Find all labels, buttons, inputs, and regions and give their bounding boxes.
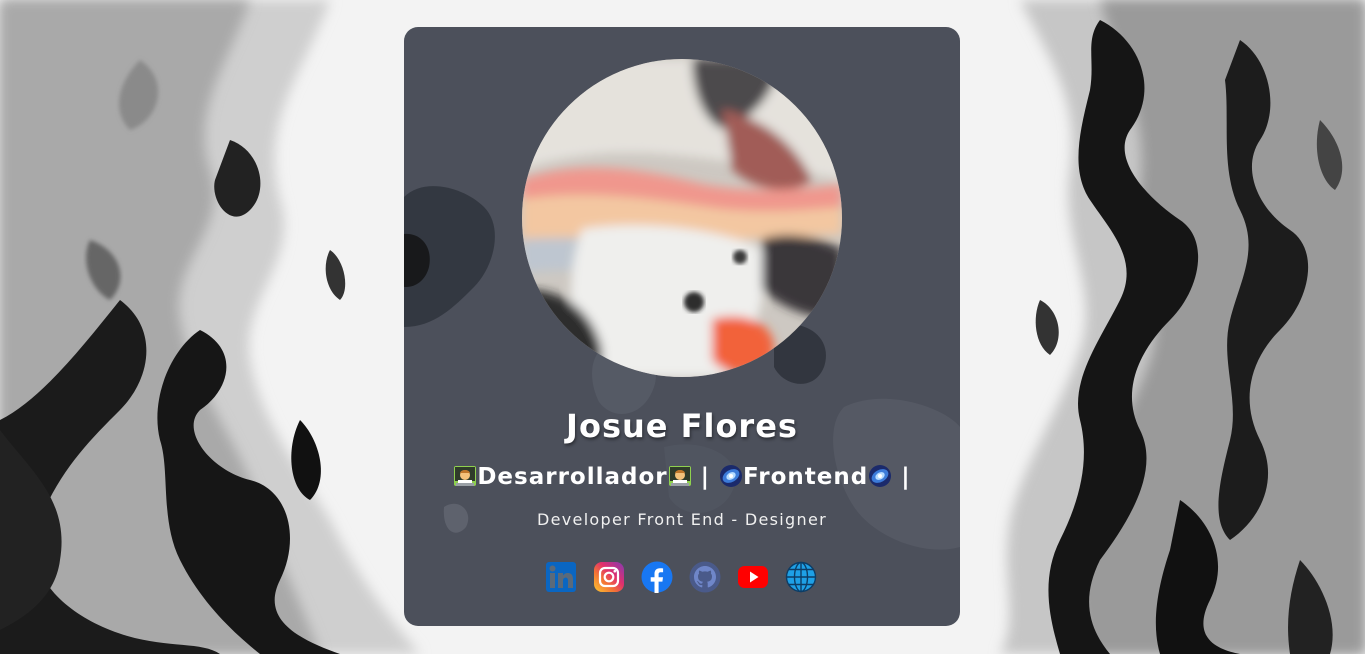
avatar-image xyxy=(522,59,842,377)
profile-avatar xyxy=(522,59,842,377)
github-icon[interactable] xyxy=(689,561,721,593)
role-separator: | xyxy=(691,464,720,490)
profile-role: Desarrollador | Frontend | xyxy=(404,464,960,490)
youtube-icon[interactable] xyxy=(737,561,769,593)
profile-tagline: Developer Front End - Designer xyxy=(537,510,827,529)
role-desarrollador: Desarrollador xyxy=(477,464,668,490)
role-frontend: Frontend xyxy=(743,464,869,490)
linkedin-icon[interactable] xyxy=(545,561,577,593)
galaxy-icon xyxy=(720,465,743,487)
social-links xyxy=(545,561,817,593)
galaxy-icon xyxy=(869,465,892,487)
facebook-icon[interactable] xyxy=(641,561,673,593)
technologist-icon xyxy=(454,466,477,486)
website-globe-icon[interactable] xyxy=(785,561,817,593)
technologist-icon xyxy=(668,466,691,486)
instagram-icon[interactable] xyxy=(593,561,625,593)
role-separator: | xyxy=(892,464,911,490)
profile-name: Josue Flores xyxy=(566,407,798,445)
profile-card: Josue Flores Desarrollador | Frontend | … xyxy=(404,27,960,626)
